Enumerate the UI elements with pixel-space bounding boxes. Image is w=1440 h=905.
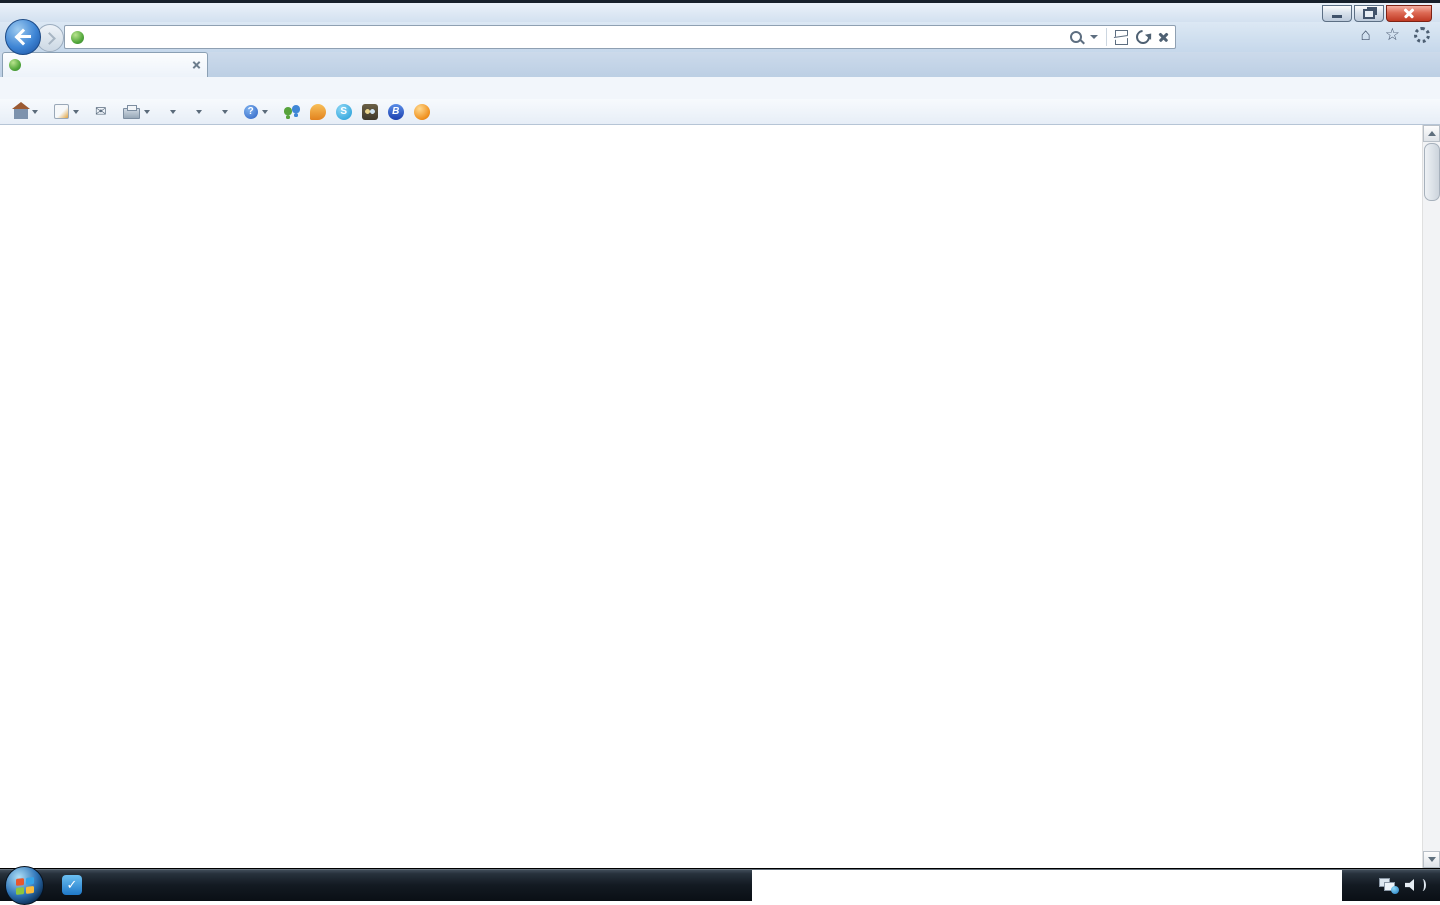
browser-tab[interactable] [2,52,208,77]
chevron-down-icon [222,110,228,114]
back-button[interactable] [5,19,41,55]
bluetooth-app-icon[interactable] [388,104,404,120]
tools-menu[interactable] [212,110,234,114]
command-bar [0,99,1440,125]
close-button[interactable] [1386,5,1432,22]
page-menu[interactable] [160,110,182,114]
divider [1106,28,1107,46]
window-controls [1320,5,1432,22]
chevron-down-icon [144,110,150,114]
scroll-down-button[interactable] [1423,851,1440,868]
search-icon[interactable] [1070,31,1082,43]
print-command[interactable] [117,104,156,119]
menu-bar [0,77,1440,99]
feeds-command[interactable] [48,104,85,119]
home-icon[interactable] [1360,25,1370,45]
search-dropdown-icon[interactable] [1090,35,1098,39]
start-button[interactable] [5,866,44,905]
refresh-icon[interactable] [1133,27,1153,47]
home-command[interactable] [8,105,44,119]
tab-strip [0,52,1440,77]
network-tray-icon[interactable] [1379,878,1397,892]
system-tray [1379,869,1434,901]
skype-app-icon[interactable] [336,104,352,120]
downloader-app-icon[interactable] [310,104,326,120]
pinned-check-icon[interactable] [62,875,82,895]
chevron-down-icon [32,110,38,114]
binoculars-app-icon[interactable] [362,104,378,120]
address-bar-row [0,22,1440,52]
chevron-down-icon [73,110,79,114]
contacts-app-icon[interactable] [284,104,300,120]
settings-gear-icon[interactable] [1414,27,1430,43]
help-icon [244,105,258,119]
chevron-down-icon [262,110,268,114]
scrollbar-thumb[interactable] [1424,143,1440,201]
windows-logo-icon [16,877,34,894]
taskbar [0,868,1440,901]
mail-icon [95,103,107,120]
favorites-star-icon[interactable] [1385,25,1400,45]
speaker-wave-icon [1419,879,1426,891]
compatibility-view-icon[interactable] [1115,30,1128,45]
printer-icon [123,108,140,119]
stop-icon[interactable] [1158,32,1169,43]
taskbar-white-window-area [752,870,1342,901]
house-icon [14,109,28,119]
speaker-icon[interactable] [1405,879,1417,891]
safety-menu[interactable] [186,110,208,114]
chevron-down-icon [170,110,176,114]
scroll-up-button[interactable] [1423,125,1440,142]
vertical-scrollbar[interactable] [1422,125,1440,868]
tab-close-icon[interactable] [192,61,201,70]
minimize-button[interactable] [1322,5,1352,22]
title-bar [0,3,1440,22]
restore-button[interactable] [1354,5,1384,22]
address-input[interactable] [64,25,1176,49]
tab-favicon [9,59,21,71]
page-content [0,125,1423,868]
rss-feed-icon [54,104,69,119]
site-favicon [71,31,84,44]
chevron-down-icon [196,110,202,114]
browser-ball-app-icon[interactable] [414,104,430,120]
read-mail-command[interactable] [89,103,113,120]
help-menu[interactable] [238,105,274,119]
